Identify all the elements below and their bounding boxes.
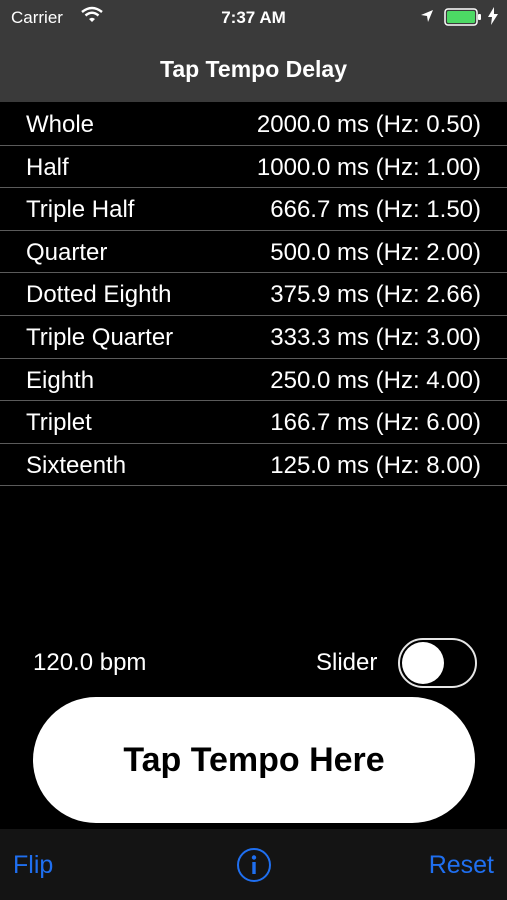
delay-value: 250.0 ms (Hz: 4.00) <box>270 366 481 394</box>
note-label: Sixteenth <box>26 451 127 479</box>
slider-toggle[interactable] <box>398 638 477 688</box>
status-bar: Carrier 7:37 AM <box>0 0 507 40</box>
note-label: Dotted Eighth <box>26 281 172 309</box>
delay-value: 666.7 ms (Hz: 1.50) <box>270 196 481 224</box>
charging-bolt-icon <box>488 7 498 25</box>
note-label: Eighth <box>26 366 95 394</box>
list-item[interactable]: Triple Quarter 333.3 ms (Hz: 3.00) <box>0 316 507 359</box>
list-item[interactable]: Eighth 250.0 ms (Hz: 4.00) <box>0 359 507 402</box>
delay-value: 125.0 ms (Hz: 8.00) <box>270 451 481 479</box>
list-item[interactable]: Quarter 500.0 ms (Hz: 2.00) <box>0 231 507 274</box>
list-item[interactable]: Sixteenth 125.0 ms (Hz: 8.00) <box>0 444 507 487</box>
bottom-toolbar: Flip Reset <box>0 829 507 900</box>
note-label: Half <box>26 153 69 181</box>
delay-value: 500.0 ms (Hz: 2.00) <box>270 238 481 266</box>
tap-tempo-button[interactable]: Tap Tempo Here <box>33 697 475 823</box>
navigation-bar: Tap Tempo Delay <box>0 40 507 102</box>
page-title: Tap Tempo Delay <box>159 56 348 82</box>
toggle-knob <box>402 642 444 684</box>
bpm-readout: 120.0 bpm <box>33 649 147 676</box>
delay-value: 375.9 ms (Hz: 2.66) <box>270 281 481 309</box>
delay-value: 333.3 ms (Hz: 3.00) <box>270 323 481 351</box>
note-label: Quarter <box>26 238 108 266</box>
delay-time-list: Whole 2000.0 ms (Hz: 0.50) Half 1000.0 m… <box>0 103 507 487</box>
note-label: Triplet <box>26 409 92 437</box>
delay-value: 166.7 ms (Hz: 6.00) <box>270 409 481 437</box>
list-item[interactable]: Whole 2000.0 ms (Hz: 0.50) <box>0 103 507 146</box>
delay-value: 1000.0 ms (Hz: 1.00) <box>256 153 481 181</box>
note-label: Whole <box>26 111 95 138</box>
list-item[interactable]: Triple Half 666.7 ms (Hz: 1.50) <box>0 188 507 231</box>
list-item[interactable]: Dotted Eighth 375.9 ms (Hz: 2.66) <box>0 273 507 316</box>
slider-toggle-label: Slider <box>316 649 378 676</box>
battery-icon <box>444 8 481 26</box>
reset-button[interactable]: Reset <box>429 851 494 880</box>
location-arrow-icon <box>421 10 433 22</box>
note-label: Triple Half <box>26 196 135 224</box>
list-item[interactable]: Half 1000.0 ms (Hz: 1.00) <box>0 146 507 189</box>
flip-button[interactable]: Flip <box>13 851 53 880</box>
delay-value: 2000.0 ms (Hz: 0.50) <box>256 111 481 138</box>
note-label: Triple Quarter <box>26 323 174 351</box>
list-item[interactable]: Triplet 166.7 ms (Hz: 6.00) <box>0 401 507 444</box>
info-icon[interactable] <box>236 847 272 883</box>
